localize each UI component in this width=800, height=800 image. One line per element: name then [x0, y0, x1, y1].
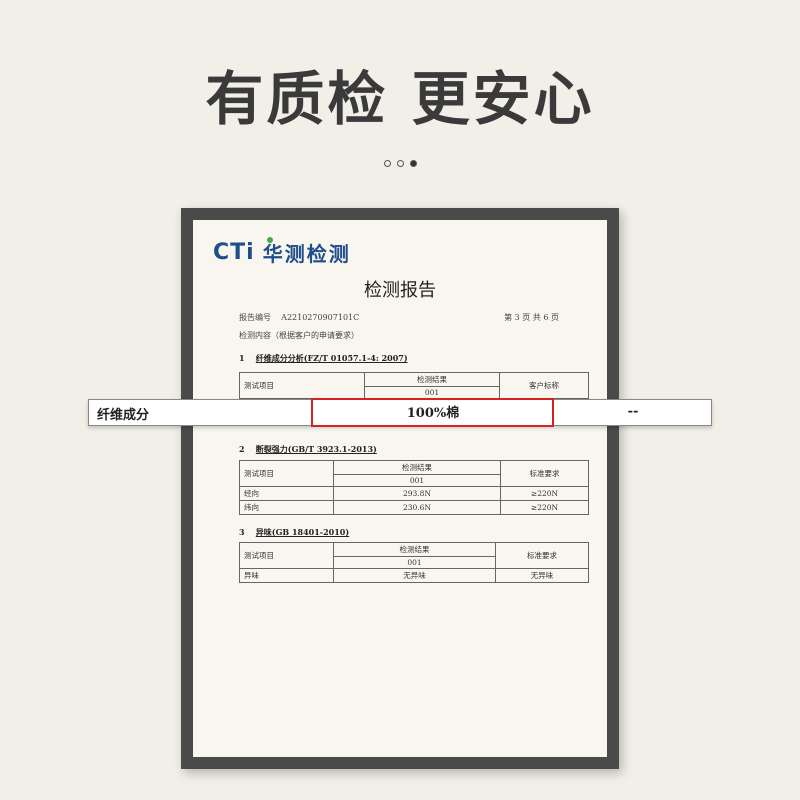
logo-brand: CTi: [213, 240, 255, 265]
table-cell: 293.8N: [333, 486, 501, 501]
report-number: 报告编号 A2210270907101C: [239, 312, 359, 323]
highlight-box: [311, 398, 554, 427]
table-header: 检测结果: [333, 542, 496, 557]
fiber-table: 测试项目 检测结果 客户标称 001: [239, 372, 589, 399]
table-cell: 001: [364, 386, 500, 399]
page-indicator: 第 3 页 共 6 页: [504, 313, 559, 322]
section-number: 3: [239, 527, 245, 537]
table-header: 测试项目: [239, 372, 365, 399]
odor-table: 测试项目 检测结果 标准要求 001 异味 无异味 无异味: [239, 542, 589, 583]
table-row: 经向 293.8N ≥220N: [239, 486, 589, 501]
table-row: 纬向 230.6N ≥220N: [239, 500, 589, 515]
section-number: 1: [239, 353, 245, 363]
table-cell: 230.6N: [333, 500, 501, 515]
section-2-heading: 2 断裂强力(GB/T 3923.1-2013): [239, 444, 377, 455]
pager-dot-2[interactable]: [396, 160, 404, 167]
table-cell: 异味: [239, 568, 334, 583]
table-header: 客户标称: [499, 372, 589, 399]
section-title: 纤维成分分析(FZ/T 01057.1-4: 2007): [255, 353, 408, 363]
table-cell: 纬向: [239, 500, 334, 515]
logo-cn: 华测检测: [262, 242, 351, 266]
section-title: 断裂强力(GB/T 3923.1-2013): [255, 444, 377, 454]
table-cell: ≥220N: [500, 486, 589, 501]
table-header: 标准要求: [500, 460, 589, 487]
report-frame: CTi 华测检测 检测报告 报告编号 A2210270907101C 第 3 页…: [181, 208, 619, 769]
report-number-label: 报告编号: [239, 313, 271, 322]
section-title: 异味(GB 18401-2010): [255, 527, 350, 537]
cti-logo: CTi 华测检测: [213, 237, 351, 267]
table-row: 异味 无异味 无异味: [239, 568, 589, 583]
strength-table: 测试项目 检测结果 标准要求 001 经向 293.8N ≥220N 纬向 23…: [239, 460, 589, 515]
table-header: 测试项目: [239, 460, 334, 487]
zoom-label: 纤维成分: [97, 408, 150, 423]
pager-dot-3[interactable]: [409, 160, 417, 167]
table-cell: 001: [333, 556, 496, 569]
zoom-std: --: [627, 404, 639, 419]
table-header: 标准要求: [495, 542, 589, 569]
table-cell: 无异味: [495, 568, 589, 583]
table-header: 检测结果: [333, 460, 501, 475]
table-cell: 无异味: [333, 568, 496, 583]
report-paper: CTi 华测检测 检测报告 报告编号 A2210270907101C 第 3 页…: [193, 220, 607, 757]
section-1-heading: 1 纤维成分分析(FZ/T 01057.1-4: 2007): [239, 353, 408, 364]
logo-dot-icon: [267, 237, 273, 243]
table-cell: ≥220N: [500, 500, 589, 515]
table-header: 检测结果: [364, 372, 500, 387]
report-content: 检测内容（根据客户的申请要求）: [239, 331, 359, 340]
section-number: 2: [239, 444, 245, 454]
pager-dots: [0, 160, 800, 167]
report-title: 检测报告: [364, 280, 436, 301]
table-cell: 经向: [239, 486, 334, 501]
section-3-heading: 3 异味(GB 18401-2010): [239, 527, 349, 538]
report-number-value: A2210270907101C: [281, 313, 360, 322]
table-header: 测试项目: [239, 542, 334, 569]
headline: 有质检 更安心: [205, 65, 595, 133]
pager-dot-1[interactable]: [383, 160, 391, 167]
table-cell: 001: [333, 474, 501, 487]
